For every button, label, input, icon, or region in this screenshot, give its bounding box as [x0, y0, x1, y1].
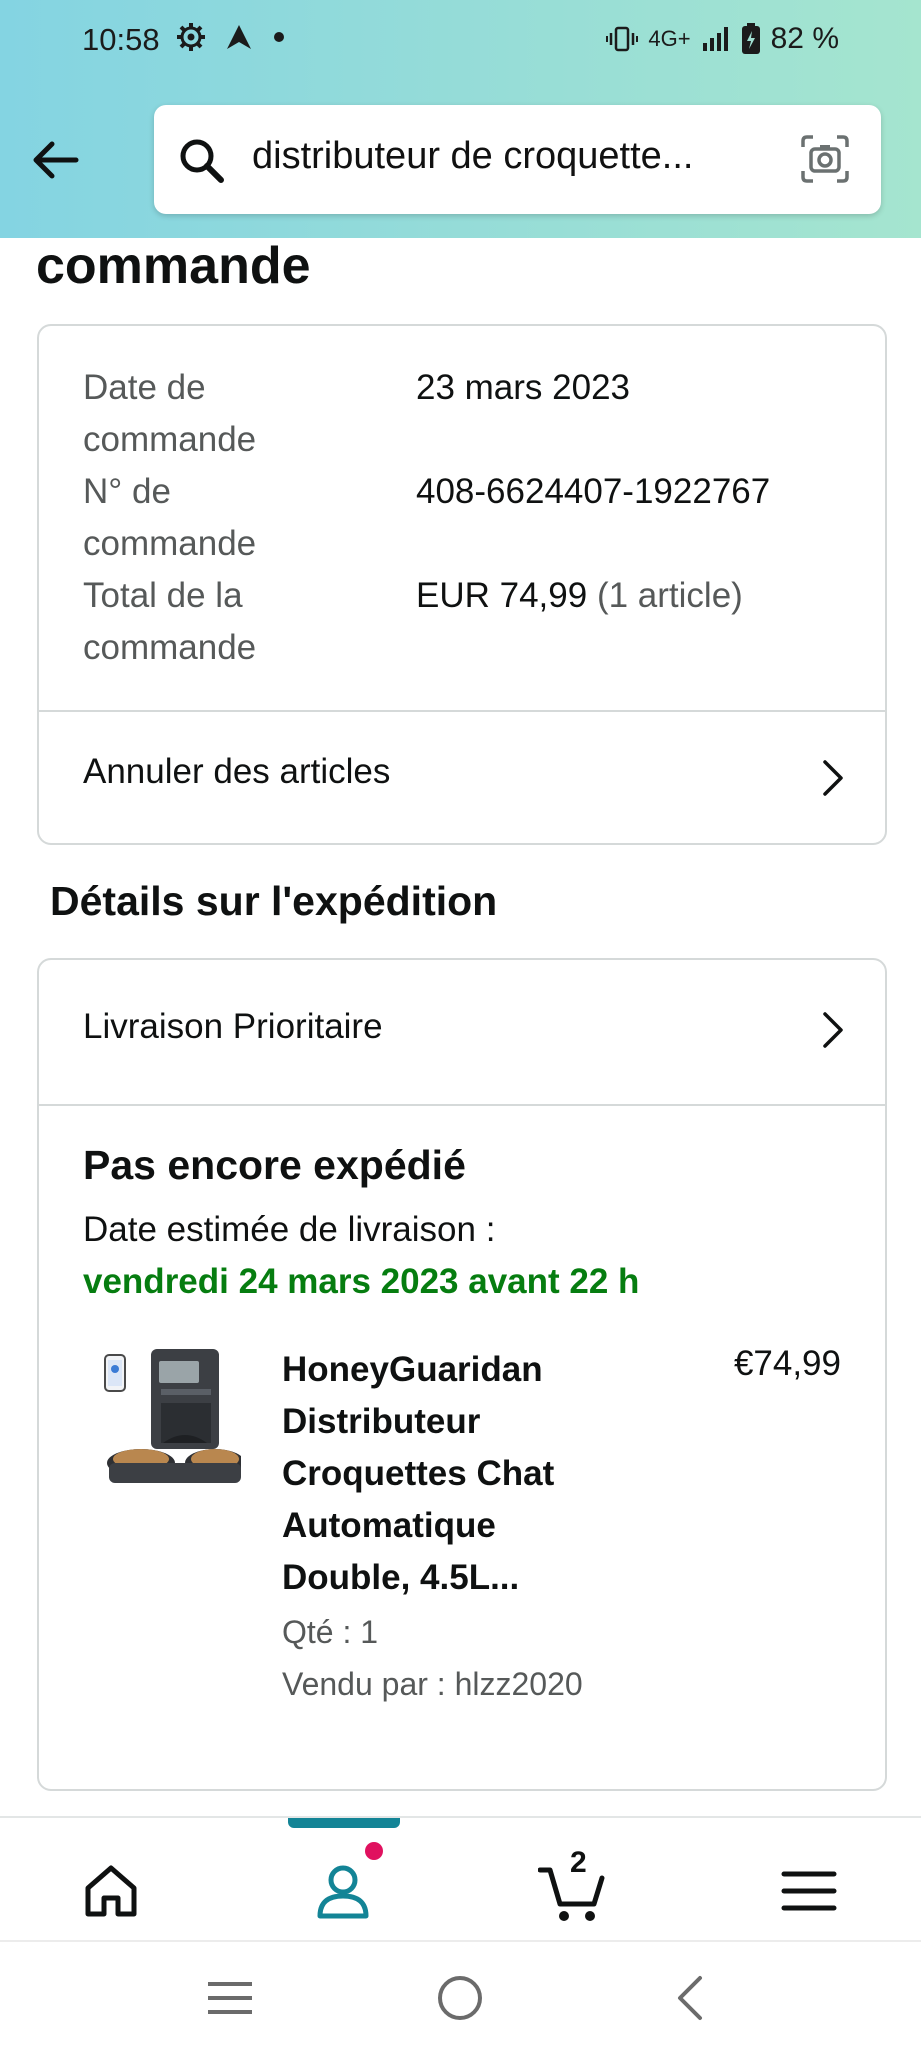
order-item-count: (1 article) — [596, 576, 743, 615]
order-date-label: Date de commande — [83, 368, 257, 459]
back-icon[interactable] — [666, 1972, 718, 2024]
battery-percent: 82 % — [770, 22, 839, 55]
vibrate-icon — [606, 26, 639, 52]
search-bar[interactable]: distributeur de croquette... — [154, 105, 881, 214]
navigation-icon — [227, 25, 251, 49]
order-date-value: 23 mars 2023 — [416, 368, 631, 407]
battery-icon — [741, 23, 760, 54]
dot-icon — [274, 32, 284, 42]
home-icon[interactable] — [76, 1856, 146, 1926]
system-nav-bar — [0, 1940, 921, 2048]
order-number-label: N° de commande — [83, 472, 257, 563]
eta-label: Date estimée de livraison : — [83, 1210, 496, 1249]
active-tab-indicator — [288, 1818, 400, 1828]
product-image[interactable] — [91, 1345, 241, 1495]
cancel-items-label: Annuler des articles — [83, 752, 391, 791]
order-total-value: EUR 74,99 (1 article) — [416, 570, 743, 622]
shipping-section-title: Détails sur l'expédition — [50, 878, 498, 924]
network-type: 4G+ — [648, 26, 691, 51]
delivery-method-label: Livraison Prioritaire — [83, 1007, 383, 1046]
account-icon[interactable] — [308, 1856, 378, 1926]
cart-count: 2 — [570, 1846, 587, 1879]
shipment-status: Pas encore expédié — [83, 1142, 466, 1188]
status-left-icons — [176, 22, 286, 52]
search-icon — [180, 139, 224, 183]
order-number-value: 408-6624407-1922767 — [416, 472, 771, 511]
gear-icon — [177, 23, 205, 51]
status-bar: 10:58 4G+ 82 % — [0, 0, 921, 86]
bottom-nav: 2 — [0, 1816, 921, 1940]
shipping-card: Livraison Prioritaire Pas encore expédié… — [37, 958, 887, 1791]
back-arrow-icon[interactable] — [28, 132, 84, 188]
product-seller: Vendu par : hlzz2020 — [282, 1666, 583, 1702]
eta-date: vendredi 24 mars 2023 avant 22 h — [83, 1262, 640, 1301]
divider — [39, 1104, 885, 1106]
home-circle-icon[interactable] — [434, 1972, 486, 2024]
chevron-right-icon — [823, 1012, 843, 1048]
chevron-right-icon — [823, 760, 843, 796]
search-input[interactable]: distributeur de croquette... — [252, 135, 722, 178]
status-right: 4G+ 82 % — [606, 22, 839, 56]
signal-icon — [702, 27, 728, 51]
delivery-method-row[interactable]: Livraison Prioritaire — [39, 960, 885, 1104]
notification-dot — [365, 1842, 383, 1860]
product-price: €74,99 — [733, 1344, 841, 1383]
page-title: commande — [36, 237, 311, 295]
cancel-items-button[interactable]: Annuler des articles — [39, 712, 885, 843]
recents-icon[interactable] — [204, 1972, 256, 2024]
status-time: 10:58 — [82, 22, 160, 57]
product-quantity: Qté : 1 — [282, 1614, 379, 1650]
product-title[interactable]: HoneyGuaridan Distributeur Croquettes Ch… — [282, 1344, 612, 1604]
order-total-label: Total de la commande — [83, 576, 257, 667]
order-summary-card: Date de commande 23 mars 2023 N° de comm… — [37, 324, 887, 845]
app-header: 10:58 4G+ 82 % distributeur de croquette… — [0, 0, 921, 238]
menu-icon[interactable] — [774, 1856, 844, 1926]
camera-icon[interactable] — [799, 133, 851, 185]
order-total-amount: EUR 74,99 — [416, 576, 588, 615]
